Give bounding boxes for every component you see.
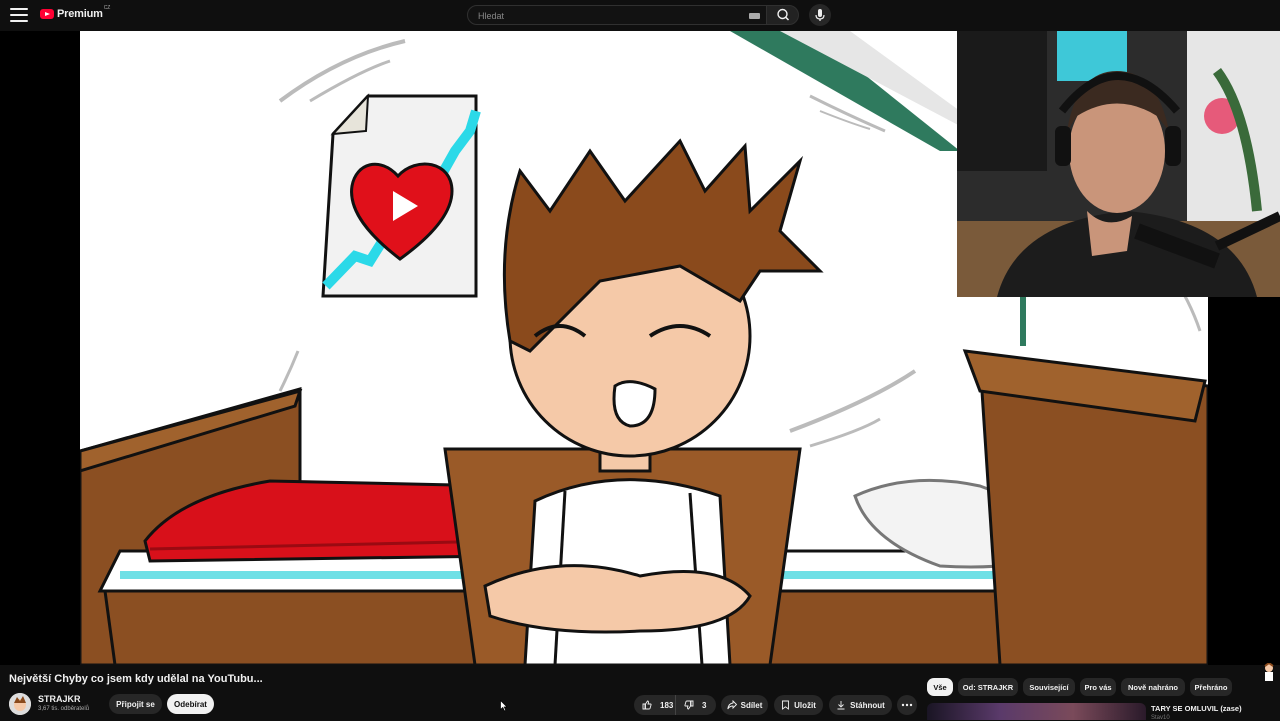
logo-text: Premium bbox=[57, 8, 103, 20]
video-title: Největší Chyby co jsem kdy udělal na You… bbox=[9, 673, 263, 685]
microphone-icon bbox=[815, 9, 825, 21]
channel-name[interactable]: STRAJKR bbox=[38, 694, 81, 704]
keyboard-icon[interactable] bbox=[749, 13, 760, 19]
channel-avatar[interactable] bbox=[9, 693, 31, 715]
webcam-overlay bbox=[957, 31, 1280, 297]
more-actions-button[interactable] bbox=[897, 695, 917, 715]
dislike-button[interactable]: 3 bbox=[676, 700, 706, 710]
youtube-play-icon bbox=[40, 9, 54, 19]
dislike-count: 3 bbox=[702, 700, 707, 710]
thumbs-down-icon bbox=[684, 700, 694, 710]
more-icon bbox=[901, 703, 913, 707]
top-bar: Premium CZ bbox=[0, 0, 1280, 31]
download-button[interactable]: Stáhnout bbox=[829, 695, 892, 715]
menu-icon[interactable] bbox=[10, 8, 28, 22]
mouse-cursor-icon bbox=[500, 700, 508, 712]
recommended-video-thumbnail[interactable] bbox=[927, 703, 1146, 720]
chip-watched[interactable]: Přehráno bbox=[1190, 678, 1232, 696]
side-avatar-icon bbox=[1264, 663, 1274, 681]
share-button[interactable]: Sdílet bbox=[721, 695, 768, 715]
voice-search-button[interactable] bbox=[809, 4, 831, 26]
like-count: 183 bbox=[660, 700, 674, 710]
download-icon bbox=[837, 701, 845, 710]
thumbs-up-icon bbox=[642, 700, 652, 710]
video-player[interactable] bbox=[0, 31, 1280, 681]
like-dislike-group: 183 3 bbox=[634, 695, 716, 715]
subscriber-count: 3,67 tis. odběratelů bbox=[38, 706, 90, 712]
chip-all[interactable]: Vše bbox=[927, 678, 953, 696]
chip-from-channel[interactable]: Od: STRAJKR bbox=[958, 678, 1018, 696]
like-button[interactable]: 183 bbox=[634, 695, 676, 715]
share-label: Sdílet bbox=[740, 700, 763, 710]
recommended-video-title[interactable]: TARY SE OMLUVIL (zase) bbox=[1151, 704, 1242, 713]
search-button[interactable] bbox=[766, 5, 799, 25]
chip-related[interactable]: Související bbox=[1023, 678, 1075, 696]
save-label: Uložit bbox=[794, 700, 816, 710]
save-button[interactable]: Uložit bbox=[774, 695, 823, 715]
chip-recently-uploaded[interactable]: Nově nahráno bbox=[1121, 678, 1185, 696]
youtube-logo[interactable]: Premium CZ bbox=[40, 5, 111, 20]
bookmark-icon bbox=[782, 700, 790, 710]
search-input[interactable] bbox=[476, 10, 730, 22]
download-label: Stáhnout bbox=[850, 700, 885, 710]
chip-for-you[interactable]: Pro vás bbox=[1080, 678, 1116, 696]
streamer-webcam-image bbox=[957, 31, 1280, 297]
share-icon bbox=[726, 700, 737, 710]
avatar-icon bbox=[9, 693, 31, 715]
join-button[interactable]: Připojit se bbox=[109, 694, 162, 714]
search-icon bbox=[777, 8, 790, 21]
subscribe-button[interactable]: Odebírat bbox=[167, 694, 214, 714]
search-box bbox=[467, 5, 767, 25]
recommended-video-channel: Stav10 bbox=[1151, 715, 1170, 721]
logo-country-code: CZ bbox=[103, 5, 111, 11]
